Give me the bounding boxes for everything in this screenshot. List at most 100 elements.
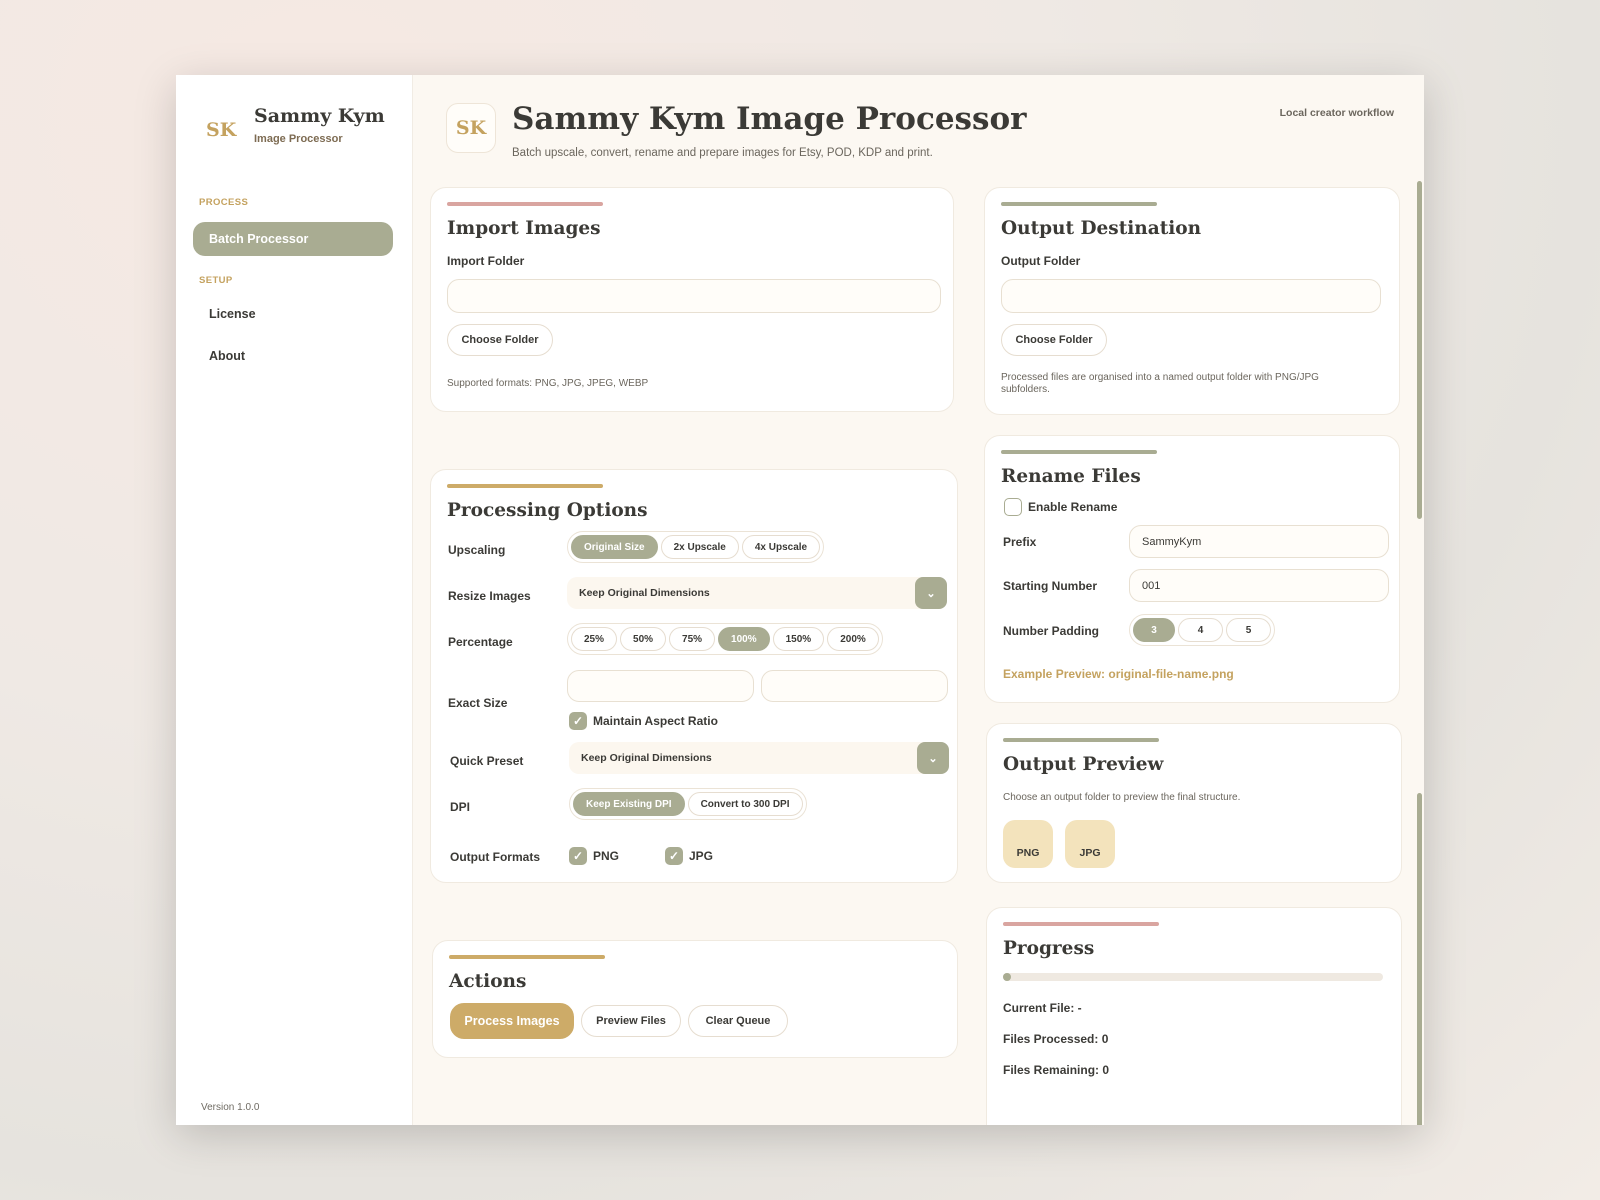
progress-card: Progress Current File: - Files Processed… — [986, 907, 1402, 1125]
dpi-label: DPI — [450, 800, 471, 814]
chevron-down-icon[interactable]: ⌄ — [915, 577, 947, 609]
padding-option-4[interactable]: 4 — [1178, 618, 1223, 642]
percentage-option-150[interactable]: 150% — [772, 627, 825, 651]
clear-queue-button[interactable]: Clear Queue — [688, 1005, 788, 1037]
percentage-option-50[interactable]: 50% — [620, 627, 667, 651]
dpi-option-300[interactable]: Convert to 300 DPI — [687, 792, 803, 816]
card-accent-bar — [1003, 922, 1159, 926]
resize-select[interactable]: Keep Original Dimensions ⌄ — [567, 577, 947, 609]
resize-select-value: Keep Original Dimensions — [579, 587, 710, 599]
prefix-label: Prefix — [1003, 535, 1037, 549]
card-accent-bar — [1003, 738, 1159, 742]
quick-preset-value: Keep Original Dimensions — [581, 752, 712, 764]
actions-title: Actions — [449, 971, 527, 992]
check-icon: ✓ — [572, 849, 584, 863]
card-accent-bar — [449, 955, 605, 959]
number-padding-label: Number Padding — [1003, 624, 1100, 638]
card-accent-bar — [1001, 450, 1157, 454]
card-accent-bar — [1001, 202, 1157, 206]
sidebar-item-license[interactable]: License — [193, 297, 393, 331]
workflow-label: Local creator workflow — [1279, 107, 1394, 119]
upscaling-option-4x[interactable]: 4x Upscale — [741, 535, 821, 559]
nav-section-process: PROCESS — [199, 197, 249, 208]
output-destination-title: Output Destination — [1001, 218, 1202, 239]
preview-files-button[interactable]: Preview Files — [581, 1005, 681, 1037]
page-subtitle: Batch upscale, convert, rename and prepa… — [512, 147, 933, 159]
quick-preset-label: Quick Preset — [450, 754, 524, 768]
sidebar-item-about[interactable]: About — [193, 339, 393, 373]
scrollbar-thumb[interactable] — [1417, 181, 1422, 519]
processing-title: Processing Options — [447, 500, 648, 521]
percentage-label: Percentage — [448, 635, 513, 649]
output-preview-hint: Choose an output folder to preview the f… — [1003, 792, 1241, 803]
maintain-aspect-checkbox[interactable]: ✓ — [569, 712, 587, 730]
png-format-label: PNG — [593, 849, 620, 863]
check-icon: ✓ — [668, 849, 680, 863]
percentage-option-75[interactable]: 75% — [669, 627, 716, 651]
padding-option-5[interactable]: 5 — [1226, 618, 1271, 642]
current-file-label: Current File: - — [1003, 1001, 1082, 1015]
check-icon: ✓ — [572, 714, 584, 728]
actions-card: Actions Process Images Preview Files Cle… — [432, 940, 958, 1058]
sidebar: SK Sammy Kym Image Processor PROCESS Bat… — [176, 75, 413, 1125]
starting-number-label: Starting Number — [1003, 579, 1098, 593]
prefix-input[interactable] — [1129, 525, 1389, 558]
rename-example-preview: Example Preview: original-file-name.png — [1003, 667, 1234, 681]
quick-preset-select[interactable]: Keep Original Dimensions ⌄ — [569, 742, 949, 774]
import-supported-formats: Supported formats: PNG, JPG, JPEG, WEBP — [447, 378, 649, 389]
dpi-option-keep[interactable]: Keep Existing DPI — [573, 792, 685, 816]
brand: SK Sammy Kym Image Processor — [206, 105, 385, 145]
import-choose-folder-button[interactable]: Choose Folder — [447, 324, 553, 356]
output-preview-card: Output Preview Choose an output folder t… — [986, 723, 1402, 883]
exact-width-input[interactable] — [567, 670, 754, 702]
output-formats-label: Output Formats — [450, 850, 540, 864]
number-padding-selector: 3 4 5 — [1129, 614, 1275, 646]
brand-logo: SK — [206, 119, 237, 141]
upscaling-option-2x[interactable]: 2x Upscale — [660, 535, 739, 559]
files-remaining-label: Files Remaining: 0 — [1003, 1063, 1110, 1077]
progress-bar — [1003, 973, 1383, 981]
process-images-button[interactable]: Process Images — [450, 1003, 574, 1039]
padding-option-3[interactable]: 3 — [1133, 618, 1175, 642]
card-accent-bar — [447, 202, 603, 206]
nav-section-setup: SETUP — [199, 275, 233, 286]
version-label: Version 1.0.0 — [201, 1102, 260, 1113]
scrollbar-thumb-lower[interactable] — [1417, 793, 1422, 1125]
exact-height-input[interactable] — [761, 670, 948, 702]
exact-size-label: Exact Size — [448, 696, 508, 710]
output-folder-input[interactable] — [1001, 279, 1381, 313]
output-choose-folder-button[interactable]: Choose Folder — [1001, 324, 1107, 356]
jpg-format-checkbox[interactable]: ✓ — [665, 847, 683, 865]
page-title: Sammy Kym Image Processor — [512, 101, 1027, 137]
output-folder-label: Output Folder — [1001, 254, 1081, 268]
png-format-checkbox[interactable]: ✓ — [569, 847, 587, 865]
import-title: Import Images — [447, 218, 601, 239]
starting-number-input[interactable] — [1129, 569, 1389, 602]
import-folder-input[interactable] — [447, 279, 941, 313]
app-logo: SK — [446, 103, 496, 153]
jpg-folder-chip: JPG — [1065, 820, 1115, 868]
percentage-option-25[interactable]: 25% — [571, 627, 618, 651]
chevron-down-icon[interactable]: ⌄ — [917, 742, 949, 774]
output-destination-hint: Processed files are organised into a nam… — [1001, 372, 1319, 395]
app-window: SK Sammy Kym Image Processor PROCESS Bat… — [176, 75, 1424, 1125]
brand-subtitle: Image Processor — [254, 133, 343, 145]
enable-rename-checkbox[interactable] — [1004, 498, 1022, 516]
output-destination-card: Output Destination Output Folder Choose … — [984, 187, 1400, 415]
brand-name: Sammy Kym — [254, 105, 385, 127]
sidebar-item-batch-processor[interactable]: Batch Processor — [193, 222, 393, 256]
percentage-option-100[interactable]: 100% — [718, 627, 770, 651]
png-folder-chip: PNG — [1003, 820, 1053, 868]
rename-files-card: Rename Files Enable Rename Prefix Starti… — [984, 435, 1400, 703]
import-folder-label: Import Folder — [447, 254, 525, 268]
output-preview-title: Output Preview — [1003, 754, 1164, 775]
rename-title: Rename Files — [1001, 466, 1141, 487]
enable-rename-label: Enable Rename — [1028, 500, 1118, 514]
progress-title: Progress — [1003, 938, 1095, 959]
dpi-selector: Keep Existing DPI Convert to 300 DPI — [569, 788, 807, 820]
percentage-option-200[interactable]: 200% — [827, 627, 879, 651]
jpg-format-label: JPG — [689, 849, 714, 863]
upscaling-selector: Original Size 2x Upscale 4x Upscale — [567, 531, 825, 563]
upscaling-option-original[interactable]: Original Size — [571, 535, 658, 559]
import-images-card: Import Images Import Folder Choose Folde… — [430, 187, 954, 412]
